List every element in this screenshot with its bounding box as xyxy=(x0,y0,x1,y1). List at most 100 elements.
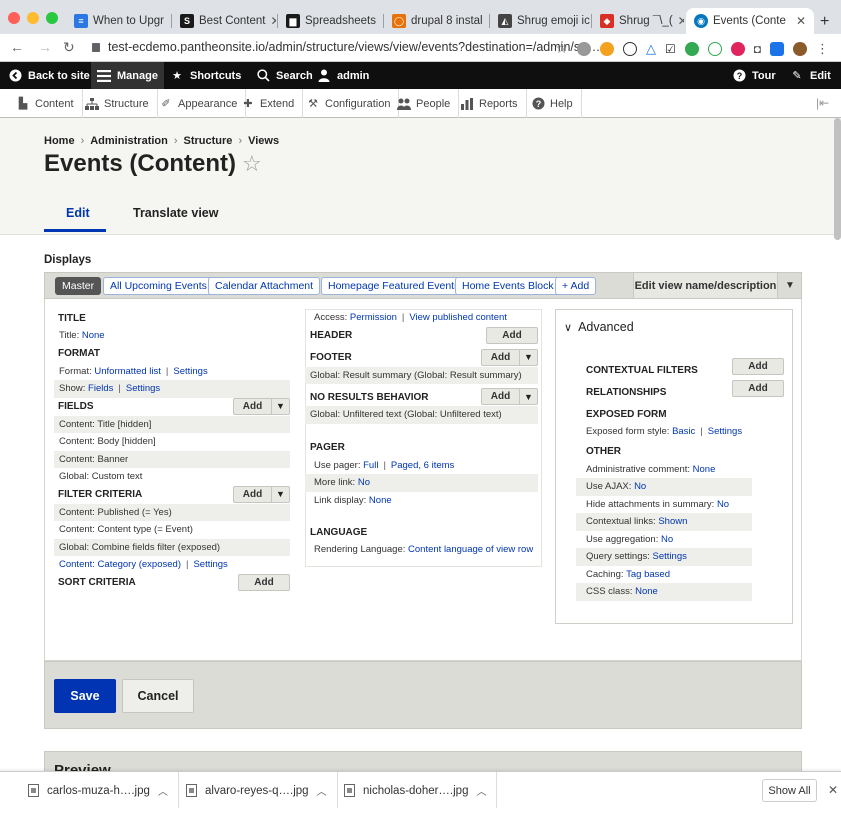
chevron-up-icon[interactable]: ︿ xyxy=(317,783,327,798)
back-arrow-icon[interactable]: ← xyxy=(10,39,24,55)
pager-type-link[interactable]: Full xyxy=(363,460,378,471)
other-value-link[interactable]: Settings xyxy=(653,551,687,562)
link-display-value[interactable]: None xyxy=(369,495,392,506)
exposed-style-link[interactable]: Basic xyxy=(672,426,695,437)
other-value-link[interactable]: No xyxy=(661,534,673,545)
download-item[interactable]: carlos-muza-h….jpg ︿ xyxy=(18,772,179,809)
show-settings-link[interactable]: Settings xyxy=(126,383,160,394)
browser-tab-3[interactable]: ▆ Spreadsheets ✕ xyxy=(278,8,382,34)
adblock-icon[interactable] xyxy=(730,41,745,56)
title-value-link[interactable]: None xyxy=(82,330,105,341)
chat-extension-icon[interactable] xyxy=(707,41,722,56)
profile-avatar[interactable] xyxy=(793,41,807,56)
breadcrumb-home[interactable]: Home xyxy=(44,135,75,147)
close-window-button[interactable] xyxy=(8,12,20,24)
new-tab-icon[interactable]: + xyxy=(820,13,829,31)
display-tab-master[interactable]: Master xyxy=(55,277,102,295)
reload-icon[interactable]: ↻ xyxy=(63,39,75,56)
edit-view-name-button[interactable]: Edit view name/description xyxy=(633,273,777,298)
close-tab-icon[interactable]: ✕ xyxy=(678,14,684,28)
tray-item-help[interactable]: ? Help xyxy=(523,89,582,118)
tray-item-structure[interactable]: Structure xyxy=(77,89,158,118)
show-fields-link[interactable]: Fields xyxy=(88,383,113,394)
other-value-link[interactable]: No xyxy=(634,481,646,492)
cancel-button[interactable]: Cancel xyxy=(122,679,194,713)
save-button[interactable]: Save xyxy=(54,679,116,713)
access-settings-link[interactable]: View published content xyxy=(409,312,507,323)
tray-item-reports[interactable]: Reports xyxy=(452,89,527,118)
back-to-site-link[interactable]: Back to site xyxy=(2,62,96,89)
access-permission-link[interactable]: Permission xyxy=(350,312,397,323)
browser-tab-6[interactable]: ◆ Shrug ¯\_( ✕ xyxy=(592,8,684,34)
bookmark-star-icon[interactable]: ☆ xyxy=(555,40,568,57)
browser-tab-2[interactable]: S Best Content ✕ xyxy=(172,8,276,34)
browser-tab-5[interactable]: ◭ Shrug emoji ic ✕ xyxy=(490,8,590,34)
tab-translate-view[interactable]: Translate view xyxy=(133,206,218,220)
shortcuts-menu[interactable]: ★ Shortcuts xyxy=(164,62,247,89)
show-all-downloads-button[interactable]: Show All xyxy=(762,779,817,802)
close-tab-icon[interactable]: ✕ xyxy=(381,14,382,28)
grammarly-icon[interactable] xyxy=(684,41,699,56)
footer-add-button[interactable]: Add ▼ xyxy=(481,348,538,366)
browser-tab-1[interactable]: ≡ When to Upgr ✕ xyxy=(66,8,170,34)
rendering-language-link[interactable]: Content language of view row xyxy=(408,544,533,555)
filter-item[interactable]: Global: Combine fields filter (exposed) xyxy=(54,538,290,556)
sort-add-button[interactable]: Add xyxy=(238,573,290,591)
field-item[interactable]: Content: Banner xyxy=(54,450,290,468)
camera-extension-icon[interactable]: ◘ xyxy=(754,42,761,56)
contextual-filters-add-button[interactable]: Add xyxy=(732,358,784,375)
tray-item-extend[interactable]: ✚ Extend xyxy=(233,89,304,118)
filter-item[interactable]: Content: Content type (= Event) xyxy=(54,521,290,539)
minimize-window-button[interactable] xyxy=(27,12,39,24)
download-item[interactable]: nicholas-doher….jpg ︿ xyxy=(334,772,498,809)
filter-category-link[interactable]: Content: Category (exposed) xyxy=(59,559,181,570)
browser-tab-active[interactable]: ◉ Events (Conte ✕ xyxy=(686,8,814,34)
display-tab-calendar-attachment[interactable]: Calendar Attachment xyxy=(208,277,321,295)
relationships-add-button[interactable]: Add xyxy=(732,380,784,397)
tour-button[interactable]: ? Tour xyxy=(726,62,782,89)
breadcrumb-administration[interactable]: Administration xyxy=(90,135,168,147)
tray-item-configuration[interactable]: ⚒ Configuration xyxy=(298,89,400,118)
other-value-link[interactable]: Tag based xyxy=(626,569,670,580)
tray-item-people[interactable]: People xyxy=(389,89,460,118)
more-link-value[interactable]: No xyxy=(358,477,370,488)
display-tab-home-events-block[interactable]: Home Events Block xyxy=(455,277,561,295)
other-value-link[interactable]: Shown xyxy=(658,516,687,527)
favorite-star-icon[interactable]: ☆ xyxy=(242,151,262,176)
filter-category-settings-link[interactable]: Settings xyxy=(193,559,227,570)
close-icon[interactable]: ✕ xyxy=(828,783,838,797)
manage-menu[interactable]: Manage xyxy=(91,62,164,89)
advanced-toggle[interactable]: ∨ Advanced xyxy=(564,320,634,334)
pager-items-link[interactable]: Paged, 6 items xyxy=(391,460,454,471)
format-settings-link[interactable]: Settings xyxy=(173,366,207,377)
url-field[interactable]: test-ecdemo.pantheonsite.io/admin/struct… xyxy=(92,40,600,54)
breadcrumb-views[interactable]: Views xyxy=(248,135,279,147)
field-item[interactable]: Content: Title [hidden] xyxy=(54,415,290,433)
chevron-down-icon[interactable]: ▼ xyxy=(777,273,802,298)
exposed-settings-link[interactable]: Settings xyxy=(708,426,742,437)
tab-edit[interactable]: Edit xyxy=(66,206,90,220)
close-tab-icon[interactable]: ✕ xyxy=(796,14,806,28)
user-menu[interactable]: admin xyxy=(311,62,375,89)
extension-icon[interactable] xyxy=(599,41,614,56)
forward-arrow-icon[interactable]: → xyxy=(38,39,52,55)
edit-button[interactable]: ✎ Edit xyxy=(784,62,837,89)
no-results-item[interactable]: Global: Unfiltered text (Global: Unfilte… xyxy=(305,406,538,424)
info-extension-icon[interactable] xyxy=(622,41,637,56)
field-item[interactable]: Content: Body [hidden] xyxy=(54,433,290,451)
add-display-button[interactable]: + Add xyxy=(555,277,597,295)
display-tab-all-upcoming-events[interactable]: All Upcoming Events xyxy=(103,277,214,295)
format-value-link[interactable]: Unformatted list xyxy=(94,366,161,377)
tray-item-content[interactable]: ▙ Content xyxy=(8,89,83,118)
collapse-tray-icon[interactable]: |⇤ xyxy=(816,96,829,110)
field-item[interactable]: Global: Custom text xyxy=(54,468,290,486)
menu-icon[interactable]: ⋮ xyxy=(816,41,829,57)
breadcrumb-structure[interactable]: Structure xyxy=(184,135,233,147)
chevron-up-icon[interactable]: ︿ xyxy=(158,783,168,798)
header-add-button[interactable]: Add xyxy=(486,326,538,344)
footer-item[interactable]: Global: Result summary (Global: Result s… xyxy=(305,366,538,384)
other-value-link[interactable]: None xyxy=(693,464,716,475)
close-tab-icon[interactable]: ✕ xyxy=(270,14,276,28)
browser-tab-4[interactable]: ◯ drupal 8 instal ✕ xyxy=(384,8,488,34)
extension-icon[interactable] xyxy=(770,41,784,56)
